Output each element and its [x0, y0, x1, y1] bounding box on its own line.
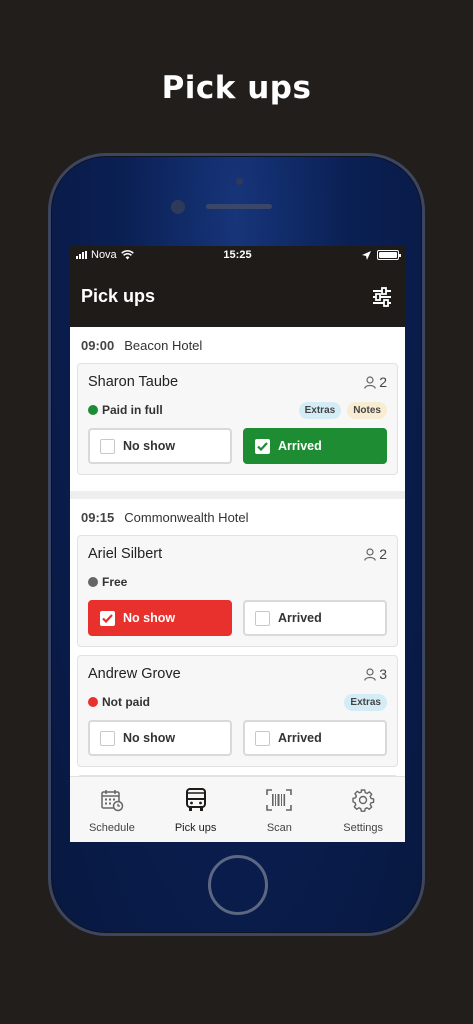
group-hotel: Beacon Hotel — [124, 337, 203, 353]
no-show-button[interactable]: No show — [88, 428, 232, 464]
tab-pick-ups[interactable]: Pick ups — [154, 777, 238, 842]
group-header: 09:00 Beacon Hotel — [70, 327, 405, 363]
bus-icon — [185, 788, 206, 811]
no-show-label: No show — [123, 611, 176, 625]
gear-icon — [352, 789, 375, 812]
tab-settings[interactable]: Settings — [321, 777, 405, 842]
checkbox-icon — [100, 730, 115, 746]
extras-tag[interactable]: Extras — [344, 693, 387, 711]
calendar-clock-icon — [101, 790, 124, 812]
pax-number: 2 — [379, 546, 387, 562]
checkbox-checked-icon — [255, 438, 270, 454]
status-dot — [88, 697, 98, 707]
payment-status: Free — [88, 575, 127, 589]
status-label: Paid in full — [102, 403, 163, 417]
battery-icon — [377, 250, 401, 260]
tab-label: Settings — [343, 822, 383, 834]
payment-status: Paid in full — [88, 403, 163, 417]
pax-count: 3 — [364, 666, 387, 682]
home-button[interactable] — [208, 855, 268, 915]
status-label: Free — [102, 575, 128, 589]
clock: 15:25 — [223, 249, 252, 261]
phone-speaker — [206, 204, 272, 209]
pickup-group: 09:00 Beacon Hotel Sharon Taube 2 Paid i… — [70, 327, 405, 491]
no-show-label: No show — [123, 439, 176, 453]
tab-bar: Schedule Pick ups Scan Settings — [70, 776, 405, 842]
checkbox-icon — [255, 610, 270, 626]
pax-count: 2 — [364, 374, 387, 390]
extras-tag[interactable]: Extras — [298, 401, 342, 419]
status-dot — [88, 405, 98, 415]
tab-label: Schedule — [88, 822, 135, 834]
person-icon — [364, 667, 377, 681]
passenger-name: Sharon Taube — [88, 374, 179, 390]
group-hotel: Commonwealth Hotel — [124, 509, 249, 525]
pickup-list[interactable]: 09:00 Beacon Hotel Sharon Taube 2 Paid i… — [70, 327, 405, 776]
tab-schedule[interactable]: Schedule — [70, 777, 154, 842]
promo-title: Pick ups — [161, 70, 312, 106]
booking-card: Ariel Silbert 2 Free No show Arrived — [77, 535, 398, 647]
group-time: 09:00 — [81, 337, 115, 353]
page-title: Pick ups — [81, 286, 156, 306]
no-show-button[interactable]: No show — [88, 720, 232, 756]
location-arrow-icon — [362, 250, 371, 260]
person-icon — [364, 375, 377, 389]
payment-status: Not paid — [88, 695, 150, 709]
checkbox-icon — [255, 730, 270, 746]
passenger-name: Andrew Grove — [88, 666, 181, 682]
pickup-group: 09:15 Commonwealth Hotel Ariel Silbert 2… — [70, 499, 405, 776]
status-bar: Nova 15:25 — [70, 246, 405, 266]
no-show-label: No show — [123, 731, 176, 745]
pax-number: 3 — [379, 666, 387, 682]
arrived-button[interactable]: Arrived — [243, 720, 387, 756]
phone-sensor — [236, 178, 243, 185]
passenger-name: Ariel Silbert — [88, 546, 163, 562]
sliders-icon — [373, 286, 391, 307]
barcode-scan-icon — [266, 789, 293, 811]
arrived-label: Arrived — [278, 611, 322, 625]
checkbox-checked-icon — [100, 610, 115, 626]
pax-count: 2 — [364, 546, 387, 562]
group-time: 09:15 — [81, 509, 115, 525]
arrived-label: Arrived — [278, 439, 322, 453]
arrived-button[interactable]: Arrived — [243, 428, 387, 464]
tab-scan[interactable]: Scan — [238, 777, 322, 842]
group-header: 09:15 Commonwealth Hotel — [70, 499, 405, 535]
checkbox-icon — [100, 438, 115, 454]
booking-card: Sharon Taube 2 Paid in full Extras Notes — [77, 363, 398, 475]
notes-tag[interactable]: Notes — [347, 401, 387, 419]
status-label: Not paid — [102, 695, 150, 709]
arrived-button[interactable]: Arrived — [243, 600, 387, 636]
booking-card: Andrew Grove 3 Not paid Extras No show A… — [77, 655, 398, 767]
pax-number: 2 — [379, 374, 387, 390]
status-dot — [88, 577, 98, 587]
no-show-button[interactable]: No show — [88, 600, 232, 636]
tab-label: Scan — [266, 822, 292, 834]
arrived-label: Arrived — [278, 731, 322, 745]
tab-label: Pick ups — [174, 822, 217, 834]
phone-camera — [171, 200, 185, 214]
app-screen: Nova 15:25 Pick ups 09:00 Beacon Hotel S… — [70, 246, 405, 842]
person-icon — [364, 547, 377, 561]
app-bar: Pick ups — [70, 266, 405, 327]
filter-button[interactable] — [369, 284, 395, 310]
